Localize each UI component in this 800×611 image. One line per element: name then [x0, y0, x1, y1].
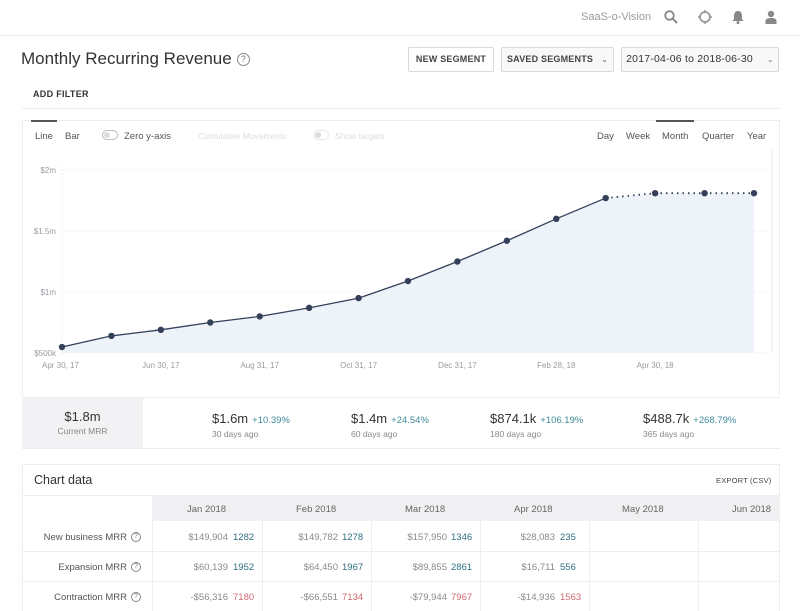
stat-change: +106.19% [540, 415, 584, 426]
cell-amount: $89,855 [412, 562, 447, 573]
cell-amount: -$14,936 [517, 592, 555, 603]
x-tick-label: Oct 31, 17 [340, 361, 377, 370]
cell-count[interactable]: 1346 [451, 532, 472, 543]
cell-count[interactable]: 1967 [342, 562, 363, 573]
cell-count[interactable]: 7134 [342, 592, 363, 603]
data-point[interactable] [157, 326, 165, 334]
column-header: Jun 2018 [732, 504, 772, 515]
x-tick-label: Jun 30, 17 [142, 361, 180, 370]
cell-count[interactable]: 1563 [560, 592, 581, 603]
data-point[interactable] [355, 294, 362, 302]
stat-change: +268.79% [693, 415, 737, 426]
data-point[interactable] [503, 237, 511, 244]
row-divider [22, 581, 780, 582]
row-label: Contraction MRR? [54, 592, 141, 603]
data-point[interactable] [701, 189, 708, 197]
cell-amount: $64,450 [303, 562, 338, 573]
stat-value: $488.7k [643, 411, 690, 426]
stat-change: +24.54% [391, 415, 429, 426]
data-point[interactable] [553, 215, 560, 222]
cell-count[interactable]: 556 [560, 562, 576, 573]
table-header [152, 495, 780, 521]
stat-value: $1.6m [212, 411, 249, 426]
current-mrr-label: Current MRR [57, 426, 108, 436]
stat-change: +10.39% [252, 415, 290, 426]
cell-amount: -$66,551 [300, 592, 338, 603]
cell-amount: $149,782 [298, 532, 338, 543]
stat-30-days: $1.6m +10.39% 30 days ago [212, 410, 290, 439]
stat-365-days: $488.7k +268.79% 365 days ago [643, 410, 736, 439]
export-csv-button[interactable]: EXPORT (CSV) [716, 476, 771, 485]
column-header: Apr 2018 [514, 504, 553, 515]
y-tick-label: $2m [40, 166, 56, 175]
cell-count[interactable]: 7967 [451, 592, 472, 603]
data-point[interactable] [58, 343, 66, 351]
help-icon[interactable]: ? [131, 562, 141, 573]
x-tick-label: Feb 28, 18 [537, 361, 576, 370]
cell-amount: $60,139 [193, 562, 228, 573]
cell-amount: $28,083 [520, 532, 555, 543]
data-point[interactable] [602, 194, 609, 202]
stat-label: 60 days ago [351, 429, 398, 439]
data-point[interactable] [750, 189, 758, 197]
cell-count[interactable]: 1282 [233, 532, 254, 543]
column-header: May 2018 [622, 504, 664, 515]
cell-amount: $16,711 [521, 562, 555, 573]
x-tick-label: Aug 31, 17 [240, 361, 279, 370]
row-label-text: New business MRR [43, 532, 127, 543]
stat-label: 365 days ago [643, 429, 695, 439]
data-point[interactable] [305, 304, 313, 312]
data-point[interactable] [256, 313, 263, 320]
column-divider [371, 521, 372, 611]
help-icon[interactable]: ? [131, 592, 141, 603]
column-divider [480, 521, 481, 611]
row-label: Expansion MRR? [58, 562, 141, 573]
mrr-chart: $500k $1m $1.5m $2m Apr 30, 17 Jun 30, 17 Aug… [34, 150, 773, 370]
column-header: Feb 2018 [296, 504, 337, 515]
cell-count[interactable]: 1952 [233, 562, 254, 573]
current-mrr-stat: $1.8m Current MRR [22, 398, 143, 448]
current-mrr-value: $1.8m [64, 409, 101, 424]
y-tick-label: $500k [34, 349, 57, 358]
row-divider [22, 551, 780, 552]
cell-count[interactable]: 2861 [451, 562, 472, 573]
cell-amount: $149,904 [188, 532, 228, 543]
data-point[interactable] [404, 277, 412, 285]
column-divider [698, 521, 699, 611]
data-point[interactable] [108, 332, 115, 340]
cell-count[interactable]: 7180 [233, 592, 254, 603]
y-tick-label: $1.5m [34, 227, 57, 236]
data-point[interactable] [651, 189, 659, 197]
row-label-text: Expansion MRR [58, 562, 127, 573]
stat-label: 180 days ago [490, 429, 542, 439]
stat-label: 30 days ago [212, 429, 259, 439]
cell-amount: -$56,316 [190, 592, 228, 603]
data-point[interactable] [454, 258, 461, 265]
stat-value: $874.1k [490, 411, 537, 426]
cell-amount: -$79,944 [409, 592, 447, 603]
column-header: Mar 2018 [405, 504, 446, 515]
column-divider [152, 521, 153, 611]
row-label: New business MRR? [44, 532, 141, 543]
x-tick-label: Dec 31, 17 [438, 361, 477, 370]
stat-180-days: $874.1k +106.19% 180 days ago [490, 410, 583, 439]
column-divider [589, 521, 590, 611]
cell-count[interactable]: 1278 [342, 532, 363, 543]
column-divider [262, 521, 263, 611]
chart-data-title: Chart data [34, 473, 93, 487]
data-point[interactable] [207, 319, 214, 326]
x-tick-label: Apr 30, 17 [42, 361, 79, 370]
row-label-text: Contraction MRR [54, 592, 127, 603]
stat-60-days: $1.4m +24.54% 60 days ago [351, 410, 429, 439]
column-header: Jan 2018 [187, 504, 227, 515]
x-tick-label: Apr 30, 18 [637, 361, 674, 370]
stat-value: $1.4m [351, 411, 388, 426]
cell-amount: $157,950 [407, 532, 447, 543]
y-tick-label: $1m [40, 288, 56, 297]
help-icon[interactable]: ? [131, 532, 141, 543]
cell-count[interactable]: 235 [560, 532, 576, 543]
